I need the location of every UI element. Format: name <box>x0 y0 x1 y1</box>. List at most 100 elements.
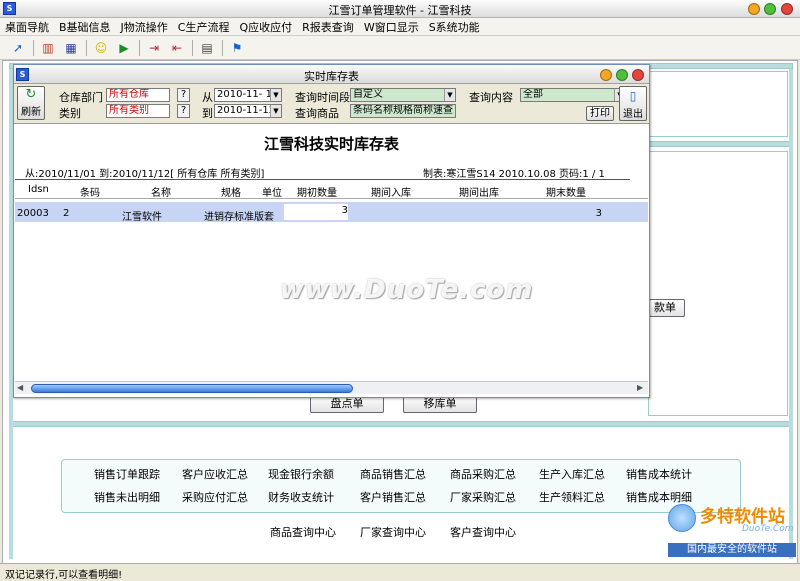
print-button[interactable]: 打印 <box>586 106 614 121</box>
link-customer-query[interactable]: 客户查询中心 <box>450 524 516 540</box>
cell-idsn: 20003 <box>17 208 49 219</box>
logo-slogan: 国内最安全的软件站 <box>668 543 796 557</box>
toolbar-separator <box>33 39 34 56</box>
col-name[interactable]: 名称 <box>151 184 171 199</box>
to-date-picker[interactable]: 2010-11-12 ▼ <box>214 104 282 118</box>
run-icon[interactable]: ⚑ <box>229 40 245 56</box>
scroll-left-icon[interactable]: ◀ <box>17 383 23 392</box>
cell-name: 江雪软件 <box>122 212 162 223</box>
site-logo: 多特软件站 DuoTe.Com 国内最安全的软件站 <box>664 500 798 560</box>
link-vendor-purchase[interactable]: 厂家采购汇总 <box>450 489 516 505</box>
link-customer-sales[interactable]: 客户销售汇总 <box>360 489 426 505</box>
child-minimize-button[interactable] <box>600 69 612 81</box>
title-bar: S 江雪订单管理软件 - 江雪科技 <box>0 0 800 18</box>
col-period-in[interactable]: 期间入库 <box>371 184 411 199</box>
toolbar: ➚ ▥ ▦ ☺ ▶ ⇥ ⇤ ▤ ⚑ <box>0 36 800 60</box>
col-begin-qty[interactable]: 期初数量 <box>297 184 337 199</box>
warehouse-pick-button[interactable]: ? <box>177 88 190 102</box>
maximize-button[interactable] <box>764 3 776 15</box>
category-pick-button[interactable]: ? <box>177 104 190 118</box>
logout-icon[interactable]: ⇤ <box>169 40 185 56</box>
grid-icon[interactable]: ▦ <box>63 40 79 56</box>
link-production-pick[interactable]: 生产领料汇总 <box>539 489 605 505</box>
calculator-icon[interactable]: ▤ <box>199 40 215 56</box>
navigate-icon[interactable]: ➚ <box>10 40 26 56</box>
login-icon[interactable]: ⇥ <box>146 40 162 56</box>
chevron-down-icon[interactable]: ▼ <box>270 89 281 101</box>
link-cash-balance[interactable]: 现金银行余额 <box>268 466 334 482</box>
period-select[interactable]: 自定义 ▼ <box>350 88 456 102</box>
window-title: 江雪订单管理软件 - 江雪科技 <box>328 4 472 17</box>
cell-begin-qty: 3 <box>284 204 348 220</box>
menu-production[interactable]: C生产流程 <box>173 19 235 35</box>
toolbar-separator <box>139 39 140 56</box>
col-idsn[interactable]: Idsn <box>28 184 49 195</box>
smiley-icon[interactable]: ☺ <box>93 40 109 56</box>
goods-search-input[interactable]: 条码名称规格简称速查 <box>350 104 456 118</box>
link-goods-sales[interactable]: 商品销售汇总 <box>360 466 426 482</box>
cell-code: 2 <box>63 208 70 219</box>
refresh-icon: ↻ <box>25 87 37 102</box>
from-label: 从 <box>202 91 213 104</box>
warehouse-field[interactable]: 所有仓库 <box>106 88 170 102</box>
inventory-window-titlebar: S 实时库存表 <box>14 65 649 84</box>
to-date-value: 2010-11-12 <box>217 105 276 116</box>
toolbar-separator <box>222 39 223 56</box>
status-bar: 双记记录行,可以查看明细! <box>0 563 800 581</box>
warehouse-label: 仓库部门 <box>59 91 103 104</box>
close-button[interactable] <box>781 3 793 15</box>
play-icon[interactable]: ▶ <box>116 40 132 56</box>
link-sales-unshipped[interactable]: 销售未出明细 <box>94 489 160 505</box>
refresh-button[interactable]: ↻ 刷新 <box>17 86 45 120</box>
desktop-band <box>789 69 793 559</box>
watermark-text: www.DuoTe.com <box>280 275 534 305</box>
minimize-button[interactable] <box>748 3 760 15</box>
child-close-button[interactable] <box>632 69 644 81</box>
menu-window[interactable]: W窗口显示 <box>359 19 424 35</box>
toolbar-separator <box>86 39 87 56</box>
link-vendor-query[interactable]: 厂家查询中心 <box>360 524 426 540</box>
scrollbar-thumb[interactable] <box>31 384 353 393</box>
menu-desktop[interactable]: 桌面导航 <box>0 19 54 35</box>
menu-system[interactable]: S系统功能 <box>424 19 485 35</box>
payment-button-partial[interactable]: 款单 <box>649 299 685 317</box>
scroll-right-icon[interactable]: ▶ <box>637 383 643 392</box>
desktop-panel <box>648 71 788 137</box>
link-goods-query[interactable]: 商品查询中心 <box>270 524 336 540</box>
link-purchase-payable[interactable]: 采购应付汇总 <box>182 489 248 505</box>
link-sales-order-tracking[interactable]: 销售订单跟踪 <box>94 466 160 482</box>
link-finance-stats[interactable]: 财务收支统计 <box>268 489 334 505</box>
report-area: 江雪科技实时库存表 从:2010/11/01 到:2010/11/12[ 所有仓… <box>15 125 648 383</box>
child-maximize-button[interactable] <box>616 69 628 81</box>
to-label: 到 <box>202 107 213 120</box>
period-label: 查询时间段 <box>295 91 350 104</box>
goods-label: 查询商品 <box>295 107 339 120</box>
category-field[interactable]: 所有类别 <box>106 104 170 118</box>
menu-logistics[interactable]: J物流操作 <box>116 19 173 35</box>
link-goods-purchase[interactable]: 商品采购汇总 <box>450 466 516 482</box>
col-code[interactable]: 条码 <box>80 184 100 199</box>
col-period-out[interactable]: 期间出库 <box>459 184 499 199</box>
from-date-picker[interactable]: 2010-11- 1 ▼ <box>214 88 282 102</box>
link-production-in[interactable]: 生产入库汇总 <box>539 466 605 482</box>
exit-label: 退出 <box>623 109 643 120</box>
col-end-qty[interactable]: 期末数量 <box>546 184 586 199</box>
menu-receivable[interactable]: Q应收应付 <box>234 19 297 35</box>
chevron-down-icon[interactable]: ▼ <box>444 89 455 101</box>
link-sales-cost-stats[interactable]: 销售成本统计 <box>626 466 692 482</box>
col-spec[interactable]: 规格 <box>221 184 241 199</box>
status-text: 双记记录行,可以查看明细! <box>5 570 123 581</box>
content-value: 全部 <box>523 89 543 100</box>
from-date-value: 2010-11- 1 <box>217 89 272 100</box>
content-select[interactable]: 全部 ▼ <box>520 88 626 102</box>
desktop-panel <box>648 151 788 416</box>
link-customer-receivable[interactable]: 客户应收汇总 <box>182 466 248 482</box>
menu-reports[interactable]: R报表查询 <box>297 19 359 35</box>
col-unit[interactable]: 单位 <box>262 184 282 199</box>
chart-icon[interactable]: ▥ <box>40 40 56 56</box>
horizontal-scrollbar[interactable]: ◀ ▶ <box>15 381 648 394</box>
exit-button[interactable]: ▯ 退出 <box>619 86 647 121</box>
menu-basic-info[interactable]: B基础信息 <box>54 19 116 35</box>
chevron-down-icon[interactable]: ▼ <box>270 105 281 117</box>
category-label: 类别 <box>59 107 81 120</box>
